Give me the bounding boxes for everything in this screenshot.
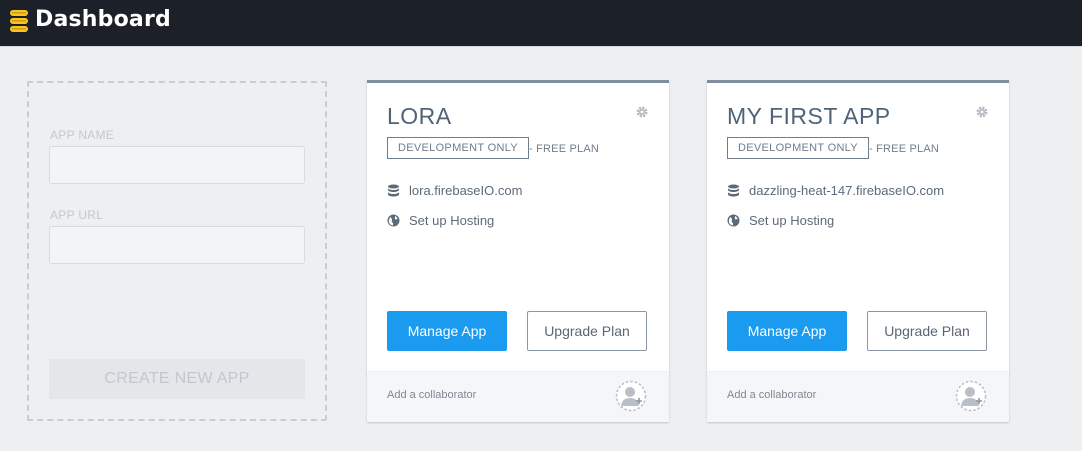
app-name: MY FIRST APP (727, 103, 891, 129)
add-user-icon[interactable] (615, 380, 647, 412)
app-url-label: APP URL (50, 208, 104, 222)
hosting-row: Set up Hosting (387, 213, 494, 228)
app-card-my-first-app: MY FIRST APP DEVELOPMENT ONLY - FREE PLA… (707, 80, 1009, 422)
upgrade-plan-button[interactable]: Upgrade Plan (867, 311, 987, 351)
card-footer: Add a collaborator (367, 371, 669, 422)
manage-app-button[interactable]: Manage App (387, 311, 507, 351)
gear-icon[interactable] (635, 105, 649, 119)
card-footer: Add a collaborator (707, 371, 1009, 422)
plan-badge: DEVELOPMENT ONLY (387, 137, 529, 159)
database-row: lora.firebaseIO.com (387, 183, 522, 198)
create-new-app-button[interactable]: CREATE NEW APP (49, 359, 305, 399)
page-title: Dashboard (35, 7, 171, 32)
manage-app-button[interactable]: Manage App (727, 311, 847, 351)
plan-suffix: - FREE PLAN (869, 143, 940, 155)
setup-hosting-link[interactable]: Set up Hosting (409, 213, 494, 228)
database-url-link[interactable]: dazzling-heat-147.firebaseIO.com (749, 183, 944, 198)
app-name: LORA (387, 103, 452, 129)
database-url-link[interactable]: lora.firebaseIO.com (409, 183, 522, 198)
new-app-form: APP NAME APP URL CREATE NEW APP (27, 81, 327, 421)
database-icon (388, 184, 399, 197)
globe-icon (727, 214, 740, 227)
database-row: dazzling-heat-147.firebaseIO.com (727, 183, 944, 198)
app-name-label: APP NAME (50, 128, 115, 142)
app-url-input[interactable] (49, 226, 305, 264)
top-bar: Dashboard (0, 0, 1082, 46)
app-name-input[interactable] (49, 146, 305, 184)
database-icon (728, 184, 739, 197)
gear-icon[interactable] (975, 105, 989, 119)
setup-hosting-link[interactable]: Set up Hosting (749, 213, 834, 228)
app-card-lora: LORA DEVELOPMENT ONLY - FREE PLAN lora.f… (367, 80, 669, 422)
add-user-icon[interactable] (955, 380, 987, 412)
plan-badge: DEVELOPMENT ONLY (727, 137, 869, 159)
firebase-stack-icon[interactable] (9, 9, 29, 33)
plan-suffix: - FREE PLAN (529, 143, 600, 155)
upgrade-plan-button[interactable]: Upgrade Plan (527, 311, 647, 351)
globe-icon (387, 214, 400, 227)
header-divider (0, 46, 1082, 47)
add-collaborator-link[interactable]: Add a collaborator (387, 389, 476, 401)
add-collaborator-link[interactable]: Add a collaborator (727, 389, 816, 401)
hosting-row: Set up Hosting (727, 213, 834, 228)
